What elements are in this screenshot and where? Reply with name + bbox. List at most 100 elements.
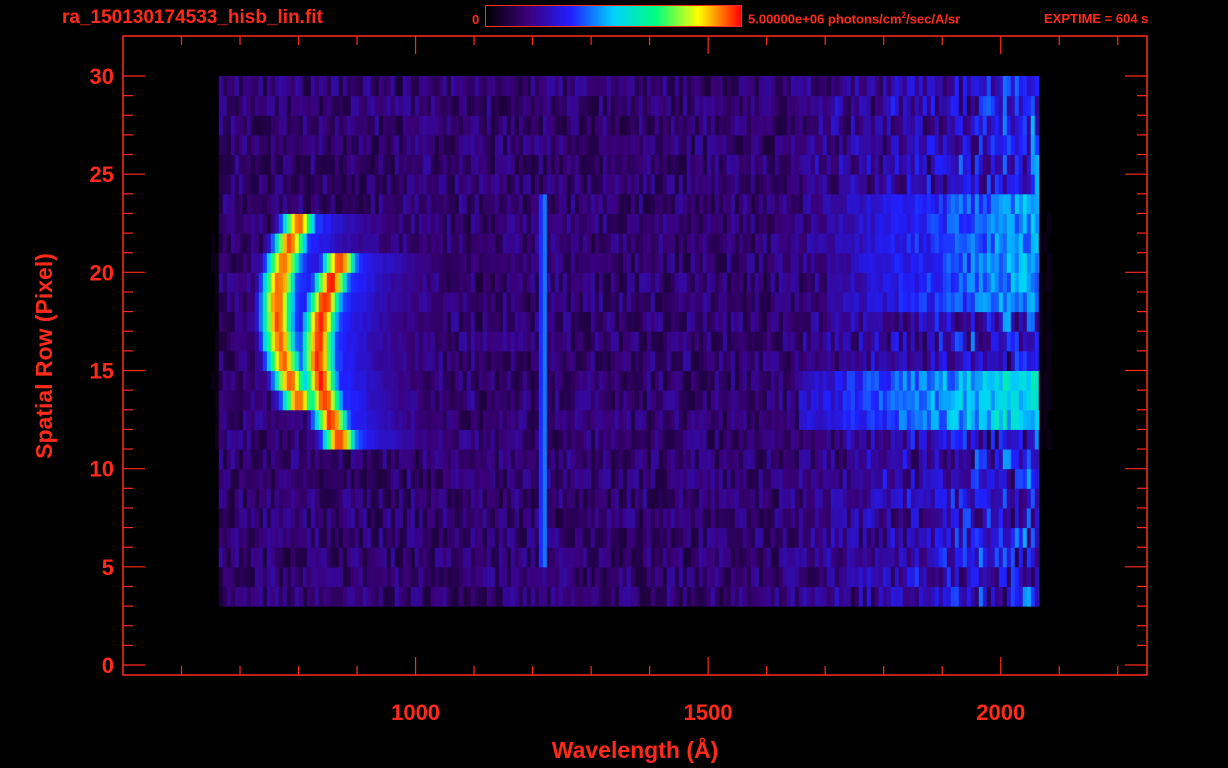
heatmap-cell	[550, 527, 556, 548]
heatmap-cell	[278, 252, 284, 273]
heatmap-cell	[938, 507, 944, 529]
heatmap-cell	[838, 331, 844, 352]
heatmap-cell	[822, 488, 828, 509]
heatmap-cell	[254, 174, 260, 195]
heatmap-cell	[542, 370, 548, 391]
heatmap-cell	[534, 331, 540, 352]
heatmap-cell	[914, 488, 920, 509]
heatmap-cell	[870, 468, 876, 489]
heatmap-cell	[882, 527, 888, 548]
heatmap-cell	[774, 586, 780, 607]
heatmap-cell	[386, 291, 392, 313]
heatmap-cell	[426, 370, 432, 391]
heatmap-cell	[330, 547, 336, 568]
heatmap-cell	[858, 291, 864, 313]
heatmap-cell	[370, 370, 376, 391]
heatmap-cell	[358, 331, 364, 352]
heatmap-cell	[566, 507, 572, 529]
heatmap-cell	[826, 174, 832, 195]
heatmap-cell	[990, 409, 996, 430]
heatmap-cell	[934, 527, 940, 548]
heatmap-cell	[854, 586, 860, 607]
heatmap-cell	[590, 566, 596, 587]
heatmap-cell	[954, 252, 960, 273]
heatmap-cell	[294, 154, 300, 175]
heatmap-cell	[874, 154, 880, 175]
heatmap-cell	[334, 390, 340, 411]
heatmap-cell	[262, 154, 268, 175]
heatmap-cell	[538, 566, 544, 587]
heatmap-cell	[734, 429, 740, 450]
heatmap-cell	[266, 213, 272, 234]
heatmap-cell	[706, 233, 712, 254]
heatmap-cell	[982, 527, 988, 548]
heatmap-cell	[514, 331, 520, 352]
heatmap-cell	[602, 134, 608, 156]
heatmap-cell	[406, 193, 412, 214]
heatmap-cell	[398, 252, 404, 273]
heatmap-cell	[370, 311, 376, 332]
heatmap-cell	[286, 488, 292, 509]
heatmap-cell	[482, 507, 488, 529]
heatmap-cell	[726, 390, 732, 411]
heatmap-cell	[762, 566, 768, 587]
heatmap-cell	[626, 331, 632, 352]
heatmap-cell	[570, 429, 576, 450]
heatmap-cell	[662, 370, 668, 391]
heatmap-cell	[974, 154, 980, 175]
heatmap-cell	[586, 350, 592, 371]
heatmap-cell	[506, 213, 512, 234]
heatmap-cell	[294, 527, 300, 548]
heatmap-cell	[426, 252, 432, 273]
heatmap-cell	[522, 134, 528, 156]
heatmap-cell	[258, 272, 264, 293]
heatmap-cell	[1014, 370, 1020, 391]
heatmap-cell	[874, 409, 880, 430]
heatmap-cell	[310, 566, 316, 587]
heatmap-cell	[762, 193, 768, 214]
heatmap-cell	[1010, 213, 1016, 234]
heatmap-cell	[430, 193, 436, 214]
heatmap-cell	[654, 370, 660, 391]
heatmap-cell	[442, 507, 448, 529]
heatmap-cell	[734, 134, 740, 156]
heatmap-cell	[806, 390, 812, 411]
heatmap-cell	[702, 390, 708, 411]
heatmap-cell	[446, 193, 452, 214]
heatmap-cell	[338, 566, 344, 587]
heatmap-cell	[790, 586, 796, 607]
heatmap-cell	[382, 233, 388, 254]
heatmap-cell	[610, 527, 616, 548]
heatmap-cell	[894, 331, 900, 352]
heatmap-cell	[314, 115, 320, 136]
heatmap-cell	[666, 390, 672, 411]
heatmap-cell	[1006, 233, 1012, 254]
heatmap-cell	[638, 233, 644, 254]
heatmap-cell	[1034, 252, 1040, 273]
heatmap-cell	[334, 547, 340, 568]
heatmap-cell	[742, 233, 748, 254]
heatmap-cell	[358, 507, 364, 529]
heatmap-cell	[1010, 291, 1016, 313]
heatmap-cell	[926, 291, 932, 313]
heatmap-cell	[962, 350, 968, 371]
heatmap-cell	[282, 547, 288, 568]
heatmap-cell	[846, 566, 852, 587]
heatmap-cell	[690, 252, 696, 273]
heatmap-cell	[638, 193, 644, 214]
heatmap-cell	[750, 331, 756, 352]
heatmap-cell	[310, 331, 316, 352]
heatmap-cell	[458, 488, 464, 509]
heatmap-cell	[362, 488, 368, 509]
heatmap-cell	[862, 350, 868, 371]
heatmap-cell	[426, 429, 432, 450]
heatmap-cell	[1006, 566, 1012, 587]
heatmap-cell	[394, 311, 400, 332]
heatmap-cell	[502, 311, 508, 332]
heatmap-cell	[474, 252, 480, 273]
heatmap-cell	[382, 586, 388, 607]
heatmap-cell	[1006, 154, 1012, 175]
heatmap-cell	[914, 213, 920, 234]
heatmap-cell	[566, 174, 572, 195]
heatmap-cell	[982, 390, 988, 411]
